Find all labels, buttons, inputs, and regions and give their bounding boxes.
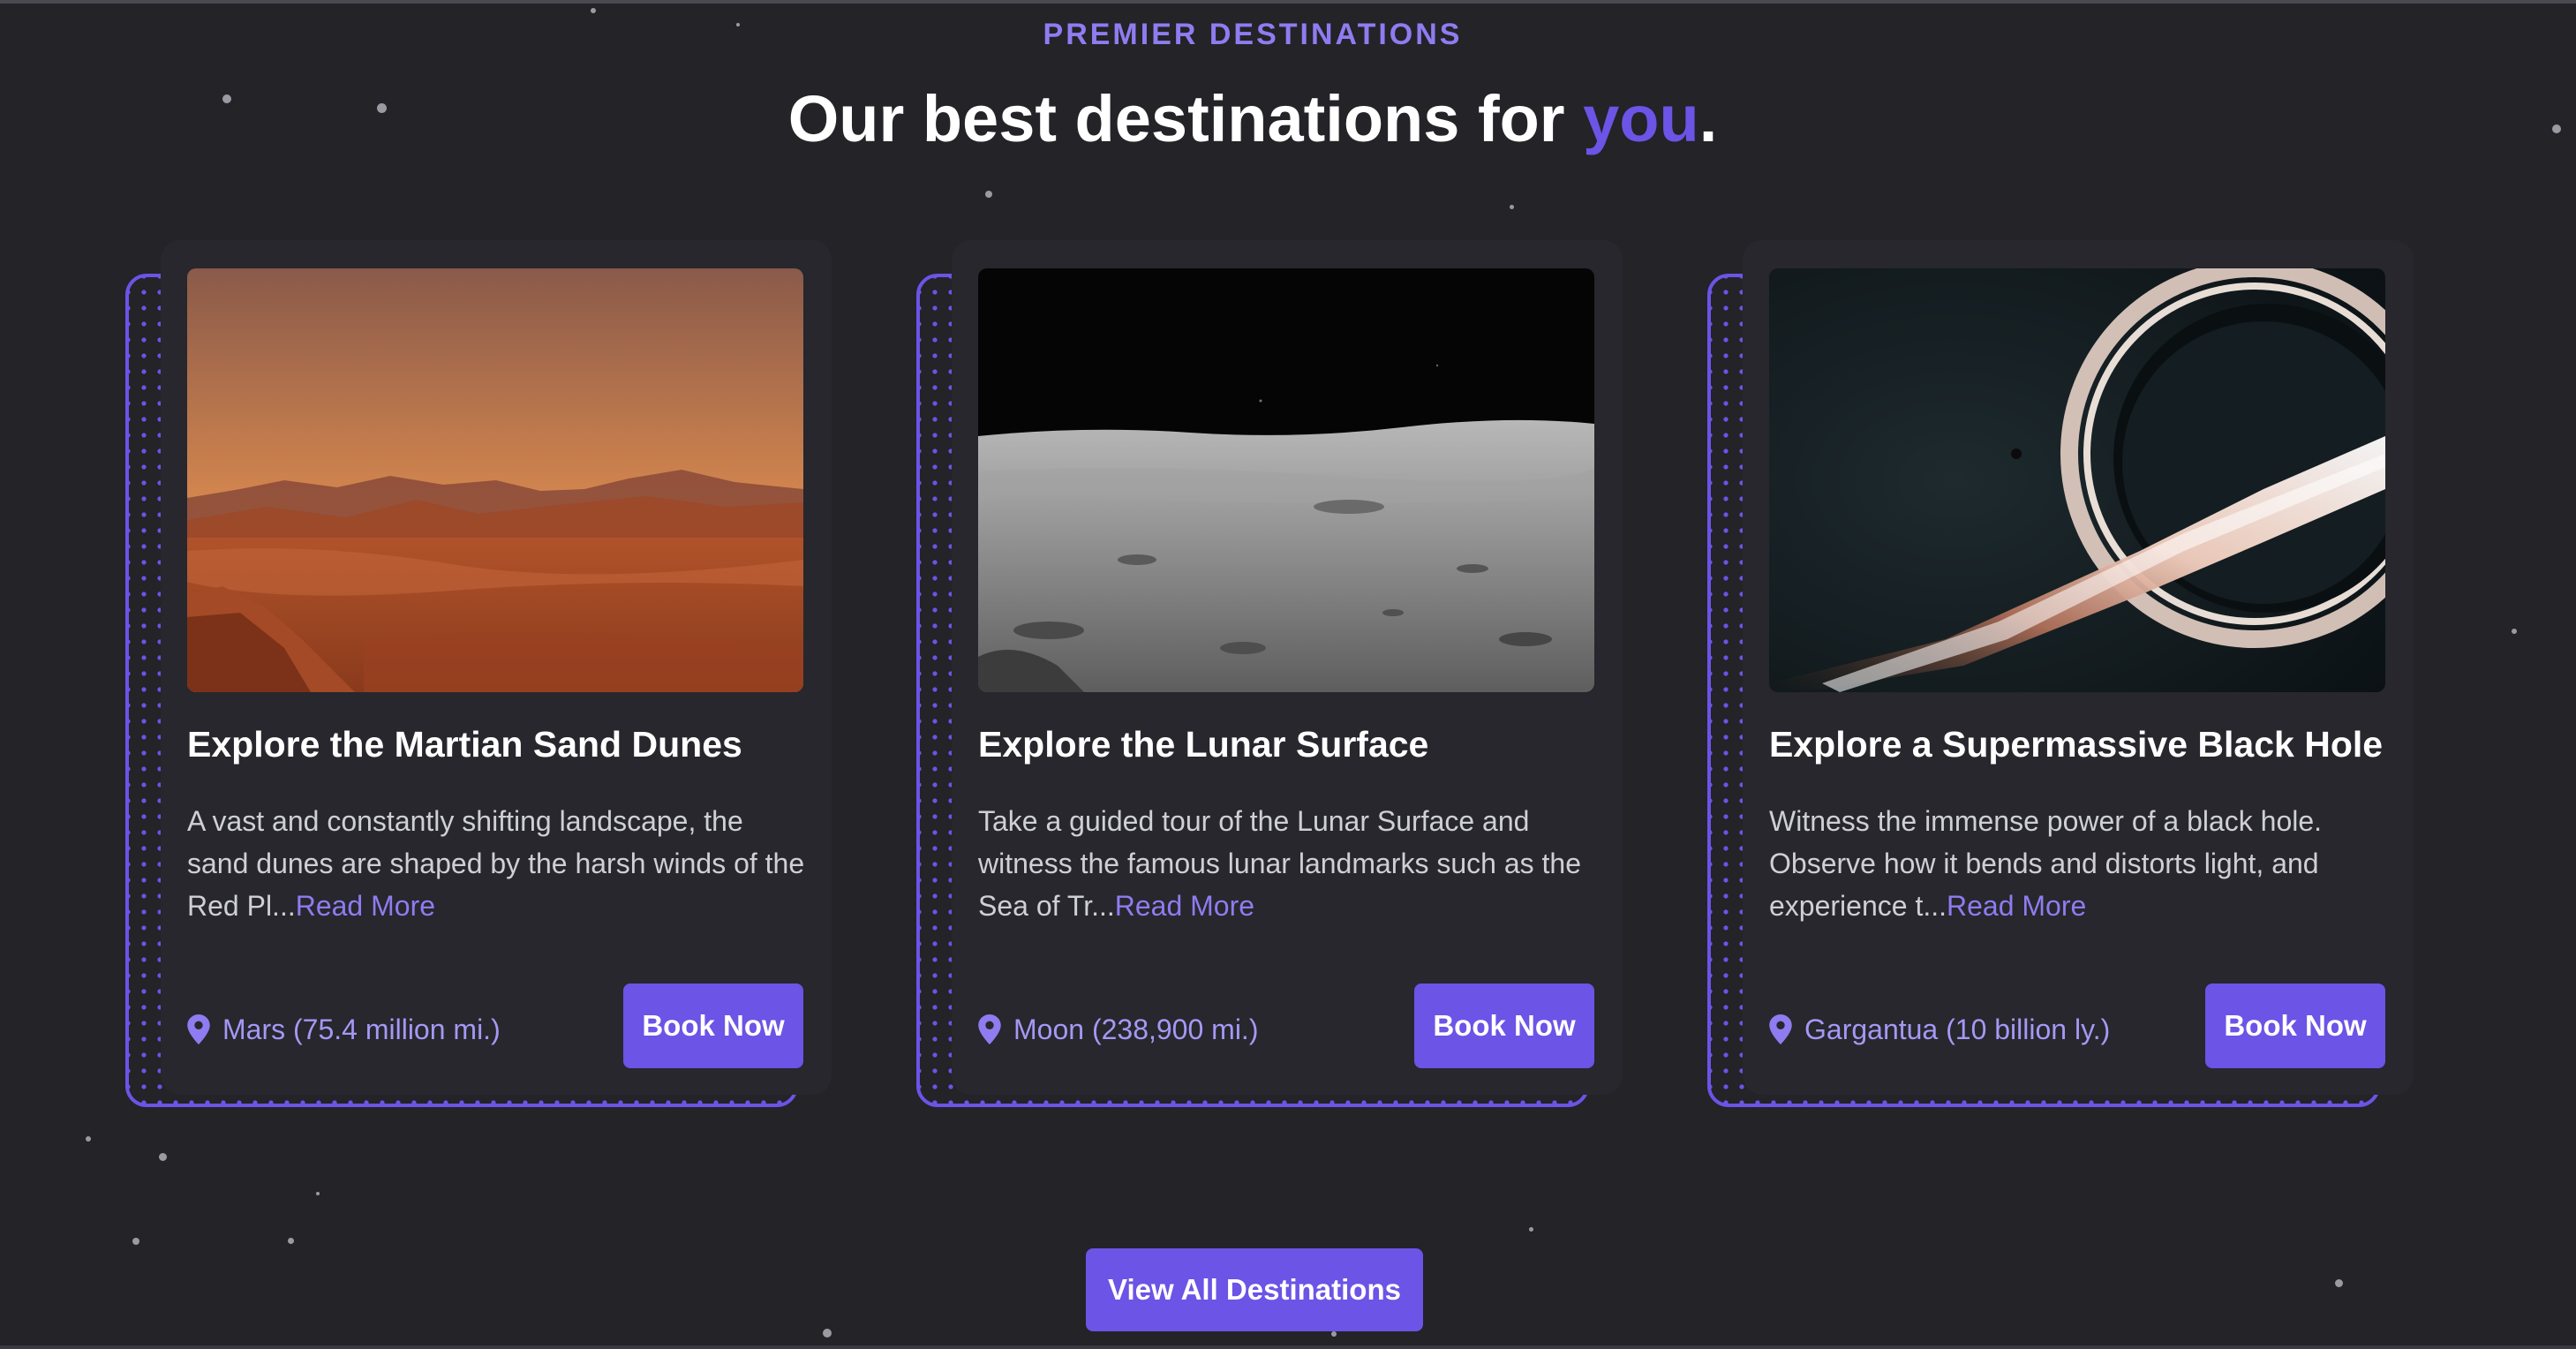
book-now-button[interactable]: Book Now xyxy=(623,983,803,1068)
destination-card-wrapper: Explore a Supermassive Black Hole Witnes… xyxy=(1707,240,2414,1141)
star xyxy=(1529,1227,1533,1232)
view-all-destinations-button[interactable]: View All Destinations xyxy=(1086,1248,1423,1331)
star xyxy=(132,1238,139,1245)
star xyxy=(86,1136,91,1142)
star xyxy=(985,191,992,198)
star xyxy=(2512,629,2517,634)
card-description-text: Take a guided tour of the Lunar Surface … xyxy=(978,805,1581,922)
star xyxy=(316,1192,320,1195)
card-title: Explore the Martian Sand Dunes xyxy=(187,724,742,765)
card-description-text: A vast and constantly shifting landscape… xyxy=(187,805,805,922)
black-hole-image xyxy=(1769,268,2385,692)
star xyxy=(2552,124,2561,133)
read-more-link[interactable]: Read More xyxy=(1115,890,1254,922)
lunar-surface-image xyxy=(978,268,1594,692)
star xyxy=(591,8,596,13)
card-location: Moon (238,900 mi.) xyxy=(978,1005,1258,1054)
destination-card-black-hole: Explore a Supermassive Black Hole Witnes… xyxy=(1743,240,2414,1095)
headline-period: . xyxy=(1699,82,1718,155)
map-pin-icon xyxy=(978,1014,1001,1044)
location-text: Moon (238,900 mi.) xyxy=(1013,1013,1259,1045)
star xyxy=(288,1238,294,1244)
star xyxy=(823,1329,832,1338)
mars-dunes-image xyxy=(187,268,803,692)
card-title: Explore the Lunar Surface xyxy=(978,724,1429,765)
headline-accent: you xyxy=(1583,82,1699,155)
card-image-black-hole xyxy=(1769,268,2385,692)
destination-card-moon: Explore the Lunar Surface Take a guided … xyxy=(952,240,1623,1095)
card-image-moon xyxy=(978,268,1594,692)
read-more-link[interactable]: Read More xyxy=(296,890,435,922)
top-border xyxy=(0,0,2576,4)
star xyxy=(159,1153,167,1161)
card-location: Mars (75.4 million mi.) xyxy=(187,1005,501,1054)
destination-card-wrapper: Explore the Lunar Surface Take a guided … xyxy=(916,240,1623,1141)
book-now-button[interactable]: Book Now xyxy=(1414,983,1594,1068)
headline-text: Our best destinations for xyxy=(787,82,1584,155)
bottom-border xyxy=(0,1345,2576,1349)
card-title: Explore a Supermassive Black Hole xyxy=(1769,724,2384,765)
section-eyebrow: PREMIER DESTINATIONS xyxy=(1043,18,1463,51)
map-pin-icon xyxy=(187,1014,210,1044)
destination-card-wrapper: Explore the Martian Sand Dunes A vast an… xyxy=(125,240,832,1141)
star xyxy=(2335,1279,2343,1287)
location-text: Mars (75.4 million mi.) xyxy=(222,1013,501,1045)
card-description: Take a guided tour of the Lunar Surface … xyxy=(978,800,1596,927)
card-location: Gargantua (10 billion ly.) xyxy=(1769,1005,2110,1054)
star xyxy=(1331,1331,1337,1337)
star xyxy=(1510,205,1514,209)
destination-card-mars: Explore the Martian Sand Dunes A vast an… xyxy=(161,240,832,1095)
book-now-button[interactable]: Book Now xyxy=(2205,983,2385,1068)
section-headline: Our best destinations for you. xyxy=(0,81,2505,156)
read-more-link[interactable]: Read More xyxy=(1947,890,2086,922)
card-image-mars xyxy=(187,268,803,692)
map-pin-icon xyxy=(1769,1014,1792,1044)
card-description: A vast and constantly shifting landscape… xyxy=(187,800,805,927)
location-text: Gargantua (10 billion ly.) xyxy=(1804,1013,2111,1045)
card-description: Witness the immense power of a black hol… xyxy=(1769,800,2387,927)
